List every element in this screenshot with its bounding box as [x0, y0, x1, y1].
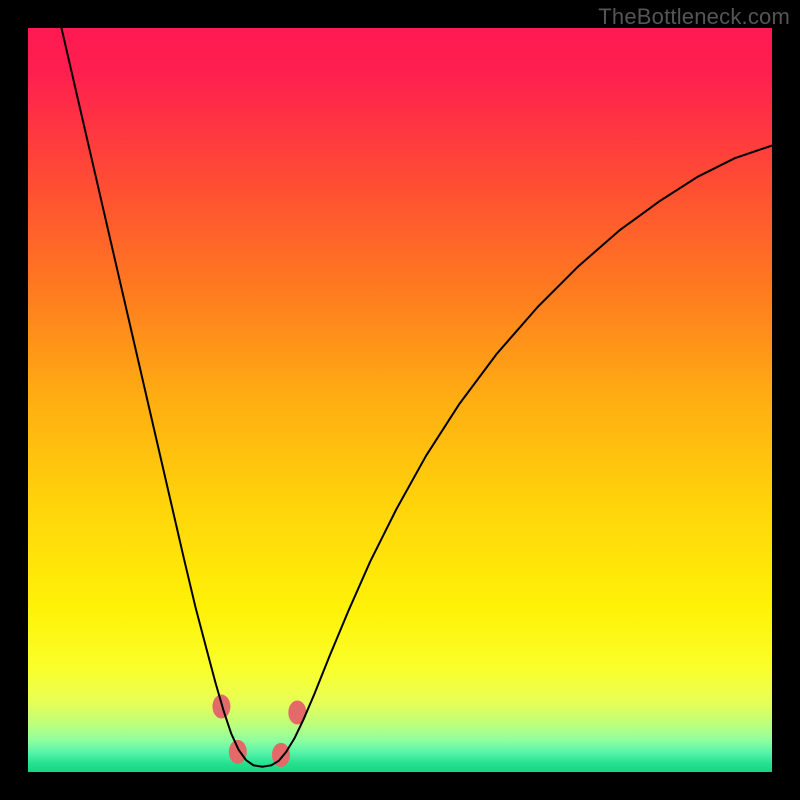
watermark-text: TheBottleneck.com: [598, 4, 790, 30]
chart-background: [28, 28, 772, 772]
chart-frame: [28, 28, 772, 772]
chart-marker: [229, 740, 247, 764]
bottleneck-chart: [28, 28, 772, 772]
